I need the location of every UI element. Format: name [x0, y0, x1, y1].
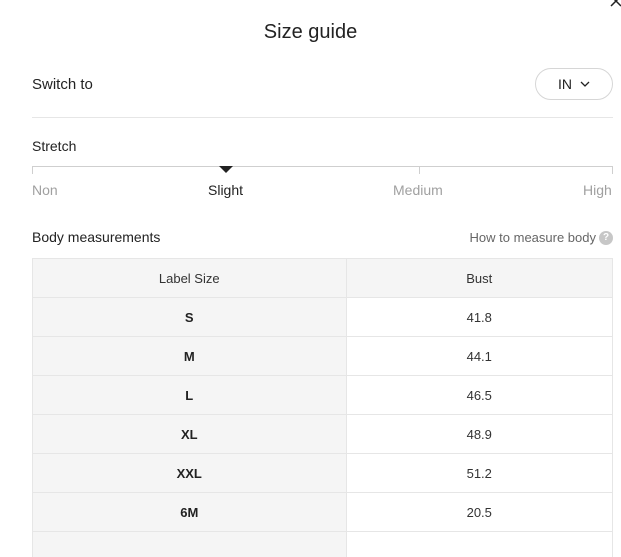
bust-cell: 44.1 [346, 336, 612, 376]
stretch-tick-medium [419, 166, 420, 174]
body-measurements-title: Body measurements [32, 229, 161, 245]
bust-cell: 51.2 [346, 453, 612, 493]
size-table: Label Size Bust S 41.8 M 44.1 L 46.5 XL … [32, 258, 613, 557]
close-icon[interactable] [609, 0, 621, 14]
table-row: XXL 51.2 [33, 453, 612, 493]
column-header-label-size: Label Size [33, 259, 347, 298]
bust-cell: 20.5 [346, 492, 612, 532]
table-row: M 44.1 [33, 336, 612, 376]
chevron-down-icon [580, 81, 590, 87]
stretch-option-non: Non [32, 182, 58, 198]
stretch-selected-marker [219, 166, 233, 173]
size-cell: XL [33, 414, 347, 454]
table-row: XL 48.9 [33, 414, 612, 454]
stretch-option-high: High [583, 182, 612, 198]
size-guide-dialog: Size guide Switch to IN Stretch Non Slig… [0, 0, 621, 557]
unit-dropdown[interactable]: IN [535, 68, 613, 100]
table-row: L 46.5 [33, 375, 612, 415]
help-icon: ? [599, 230, 613, 245]
how-to-measure-label: How to measure body [469, 230, 596, 245]
table-row [33, 531, 612, 557]
stretch-label: Stretch [32, 138, 77, 154]
table-row: 6M 20.5 [33, 492, 612, 532]
stretch-tick-non [32, 166, 33, 174]
size-cell [33, 531, 347, 557]
size-cell: M [33, 336, 347, 376]
unit-switch-row: Switch to IN [32, 68, 613, 102]
column-header-bust: Bust [346, 259, 612, 298]
size-cell: 6M [33, 492, 347, 532]
how-to-measure-link[interactable]: How to measure body ? [470, 230, 613, 245]
bust-cell: 41.8 [346, 297, 612, 337]
unit-value: IN [558, 76, 572, 92]
bust-cell: 48.9 [346, 414, 612, 454]
size-cell: L [33, 375, 347, 415]
stretch-tick-high [612, 166, 613, 174]
stretch-option-medium: Medium [393, 182, 443, 198]
divider [32, 117, 613, 118]
stretch-scale [32, 166, 613, 174]
size-cell: S [33, 297, 347, 337]
dialog-title: Size guide [263, 21, 358, 43]
bust-cell: 46.5 [346, 375, 612, 415]
stretch-track-line [32, 166, 612, 167]
table-header-row: Label Size Bust [33, 259, 612, 298]
table-row: S 41.8 [33, 297, 612, 337]
body-measurements-header: Body measurements How to measure body ? [32, 228, 613, 248]
bust-cell [346, 531, 612, 557]
size-cell: XXL [33, 453, 347, 493]
stretch-option-slight: Slight [208, 182, 244, 198]
switch-label: Switch to [32, 76, 93, 93]
